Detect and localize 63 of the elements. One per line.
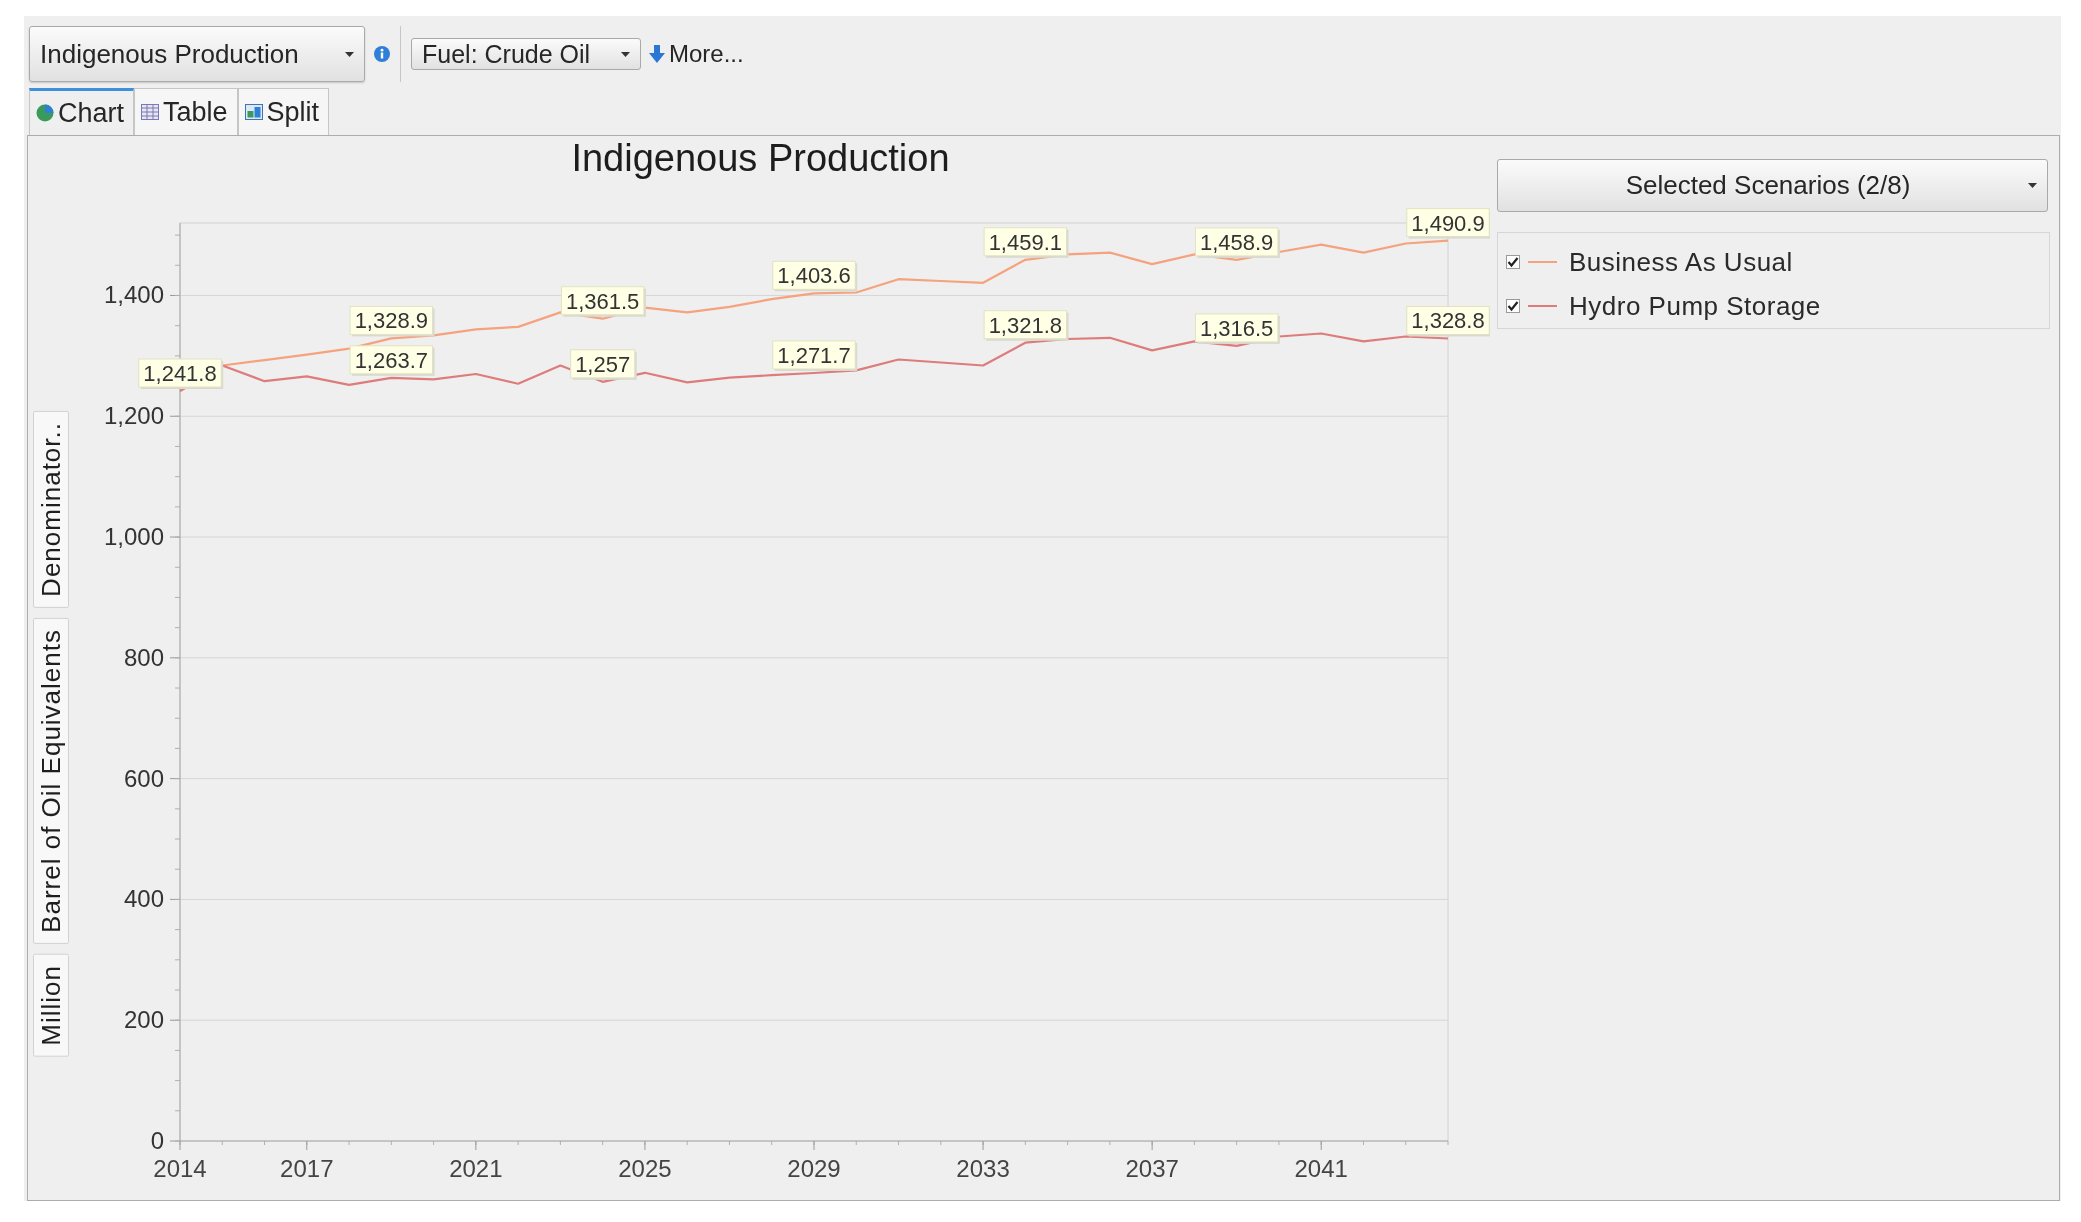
x-tick-label: 2025 <box>618 1155 672 1182</box>
data-label: 1,403.6 <box>772 260 858 292</box>
y-tick-label: 1,200 <box>103 402 164 430</box>
data-label: 1,328.8 <box>1406 306 1490 337</box>
view-tab[interactable]: Table <box>134 88 238 135</box>
annotation: 1,403.6 <box>777 263 851 289</box>
view-tab[interactable]: Chart <box>29 88 135 135</box>
y-tick-label: 400 <box>123 885 164 913</box>
arrow-down-icon <box>649 45 665 63</box>
data-label: 1,263.7 <box>349 345 435 376</box>
annotation: 1,328.9 <box>354 308 429 334</box>
y-tick-label: 1,400 <box>103 281 164 309</box>
axis-unit-button[interactable]: Million <box>33 953 69 1057</box>
annotation: 1,241.8 <box>143 361 217 387</box>
axis-unit-button[interactable]: Barrel of Oil Equivalents <box>33 617 69 944</box>
legend-label: Business As Usual <box>1569 245 1793 279</box>
x-tick-label: 2014 <box>153 1155 207 1182</box>
y-tick-label: 600 <box>123 764 164 792</box>
grid-icon <box>141 104 160 120</box>
data-label: 1,361.5 <box>560 286 646 317</box>
y-tick-label: 800 <box>123 643 164 671</box>
data-label: 1,328.9 <box>349 305 435 337</box>
x-tick-label: 2029 <box>787 1155 841 1182</box>
axis-unit-button[interactable]: Denominator.. <box>33 411 69 608</box>
pie-chart-icon <box>36 104 54 122</box>
info-icon[interactable] <box>374 46 390 62</box>
data-label: 1,271.7 <box>772 340 858 371</box>
caret-icon <box>2028 183 2037 188</box>
annotation: 1,361.5 <box>565 288 640 314</box>
data-label: 1,321.8 <box>983 310 1069 341</box>
y-tick-label: 1,000 <box>103 523 164 551</box>
legend-label: Hydro Pump Storage <box>1569 289 1821 323</box>
caret-icon <box>621 51 630 57</box>
view-tab[interactable]: Split <box>237 88 330 135</box>
checkbox[interactable] <box>1506 255 1520 269</box>
data-label: 1,316.5 <box>1194 313 1280 344</box>
annotation: 1,321.8 <box>988 312 1063 338</box>
x-tick-label: 2041 <box>1294 1155 1348 1182</box>
panel-icon <box>244 104 263 120</box>
annotation: 1,271.7 <box>777 342 851 368</box>
caret-icon <box>345 51 354 57</box>
y-tick-label: 0 <box>150 1127 164 1154</box>
x-tick-label: 2017 <box>280 1155 334 1182</box>
annotation: 1,257 <box>575 351 631 377</box>
data-label: 1,490.9 <box>1406 208 1490 239</box>
indicator-dropdown[interactable]: Indigenous Production <box>29 26 365 82</box>
x-tick-label: 2033 <box>956 1155 1010 1182</box>
y-tick-label: 200 <box>123 1006 164 1034</box>
chart-title: Indigenous Production <box>571 136 950 180</box>
annotation: 1,263.7 <box>354 347 429 373</box>
x-tick-label: 2037 <box>1125 1155 1179 1182</box>
data-label: 1,459.1 <box>983 227 1069 258</box>
annotation: 1,458.9 <box>1199 229 1274 255</box>
x-tick-label: 2021 <box>449 1155 503 1182</box>
data-label: 1,458.9 <box>1194 227 1280 258</box>
fuel-dropdown[interactable]: Fuel: Crude Oil <box>411 38 641 70</box>
data-label: 1,257 <box>570 349 637 380</box>
scenario-dropdown[interactable]: Selected Scenarios (2/8) <box>1497 159 2048 212</box>
annotation: 1,459.1 <box>988 229 1063 255</box>
annotation: 1,316.5 <box>1199 315 1274 341</box>
data-label: 1,241.8 <box>138 358 224 389</box>
checkbox[interactable] <box>1506 299 1520 313</box>
more-link[interactable]: More... <box>649 36 744 72</box>
